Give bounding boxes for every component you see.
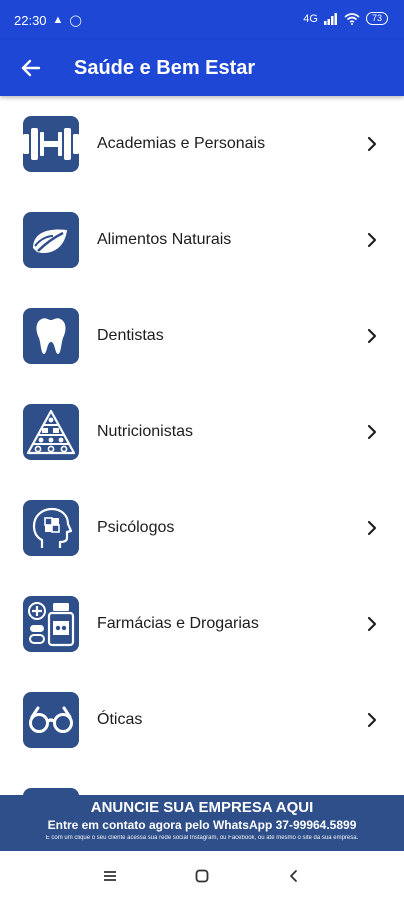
signal-icon [323,12,337,25]
home-button[interactable] [172,861,232,891]
glasses-icon [29,706,73,733]
list-item-label: Óticas [97,711,143,728]
system-back-button[interactable] [264,861,324,891]
list-item-label: Alimentos Naturais [97,231,232,248]
battery-icon: 73 [365,12,388,25]
network-label: 4G [303,12,318,25]
tooth-icon [36,318,66,354]
home-square-icon [195,869,209,882]
page-title: Saúde e Bem Estar [74,56,256,79]
ad-banner[interactable]: ANUNCIE SUA EMPRESA AQUI Entre em contat… [0,795,404,851]
list-item[interactable]: Dentistas [0,288,404,384]
list-item-label: Academias e Personais [97,135,266,152]
tile [23,308,79,364]
recent-apps-button[interactable] [80,861,140,891]
list-item[interactable]: Academias e Personais [0,96,404,192]
wifi-icon [344,12,360,25]
menu-icon [104,870,116,881]
medicine-icon [28,602,75,647]
alarm-icon: ▲ [52,14,64,26]
back-button[interactable] [16,53,46,83]
list-item-label: Farmácias e Drogarias [97,615,259,632]
chevron-right-icon [362,422,382,442]
list-item[interactable]: Óticas [0,672,404,768]
tile [23,404,79,460]
ad-contact: Entre em contato agora pelo WhatsApp 37-… [47,818,357,832]
list-item[interactable]: Psicólogos [0,480,404,576]
system-nav-bar [0,851,404,900]
arrow-left-icon [21,59,41,77]
ad-headline: ANUNCIE SUA EMPRESA AQUI [90,799,314,816]
sync-icon: ◯ [69,14,82,27]
status-right: 4G 73 [303,12,388,25]
tile [23,116,79,172]
tile [23,692,79,748]
leaf-icon [33,229,67,254]
chevron-right-icon [362,230,382,250]
app-bar: Saúde e Bem Estar [0,40,404,96]
chevron-right-icon [362,518,382,538]
tile [23,500,79,556]
list-item[interactable]: Farmácias e Drogarias [0,576,404,672]
status-bar: 22:30 ▲ ◯ 4G 73 [0,0,404,40]
chevron-right-icon [362,614,382,634]
list-item[interactable]: Nutricionistas [0,384,404,480]
status-time: 22:30 [14,12,47,28]
ad-note: E com um clique o seu cliente acessa sua… [45,835,359,841]
head-puzzle-icon [32,507,72,548]
category-list: Academias e Personais Alimentos Naturais… [0,96,404,864]
list-item-label: Psicólogos [97,519,175,536]
tile [23,596,79,652]
list-item-label: Dentistas [97,327,164,344]
tile [23,212,79,268]
chevron-right-icon [362,710,382,730]
list-item[interactable]: Alimentos Naturais [0,192,404,288]
food-pyramid-icon [26,409,76,455]
chevron-right-icon [362,134,382,154]
chevron-right-icon [362,326,382,346]
dumbbell-icon [23,128,79,160]
chevron-left-icon [290,869,297,882]
list-item-label: Nutricionistas [97,423,194,440]
